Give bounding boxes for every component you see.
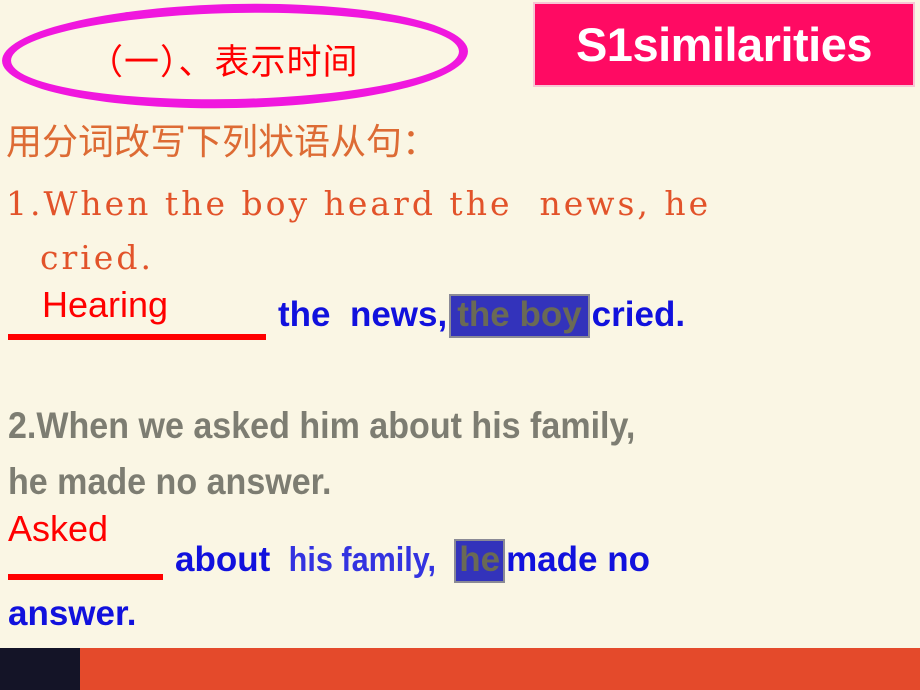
bottom-bar-dark-block (0, 648, 80, 690)
question-2-line-2: he made no answer. (8, 461, 332, 502)
section-heading-chinese: （一）、表示时间 (88, 43, 359, 83)
title-badge-label: S1similarities (575, 18, 873, 71)
answer-2-segment-strong: about (175, 540, 280, 579)
answer-2-segment-light: his family, (288, 541, 445, 579)
answer-2-sentence: about his family, he made no (175, 539, 650, 583)
answer-1-blank-rule (8, 334, 266, 340)
title-badge: S1similarities (533, 2, 915, 87)
answer-2-blank-rule (8, 574, 163, 580)
slide-canvas: （一）、表示时间 S1similarities 用分词改写下列状语从句： 1.W… (0, 0, 920, 690)
answer-1-after-highlight: cried. (591, 295, 686, 334)
question-1-line-1: 1.When the boy heard the news, he (6, 184, 712, 223)
answer-1-sentence: the news, the boy cried. (278, 294, 685, 338)
answer-1-fill-word: Hearing (42, 284, 169, 325)
answer-2-fill-word: Asked (8, 508, 109, 549)
bottom-decorative-bar (0, 648, 920, 690)
bottom-bar-orange-block (80, 648, 920, 690)
answer-1-highlighted-phrase[interactable]: the boy (449, 294, 590, 338)
question-2-line-1: 2.When we asked him about his family, (8, 405, 636, 446)
answer-1-before-highlight: the news, (278, 295, 448, 334)
answer-2-after-highlight: made no (506, 540, 650, 579)
question-1-line-2: cried. (40, 238, 154, 277)
answer-2-tail-word: answer. (8, 594, 137, 633)
answer-2-highlighted-phrase[interactable]: he (454, 539, 506, 583)
instruction-text: 用分词改写下列状语从句： (6, 122, 439, 163)
